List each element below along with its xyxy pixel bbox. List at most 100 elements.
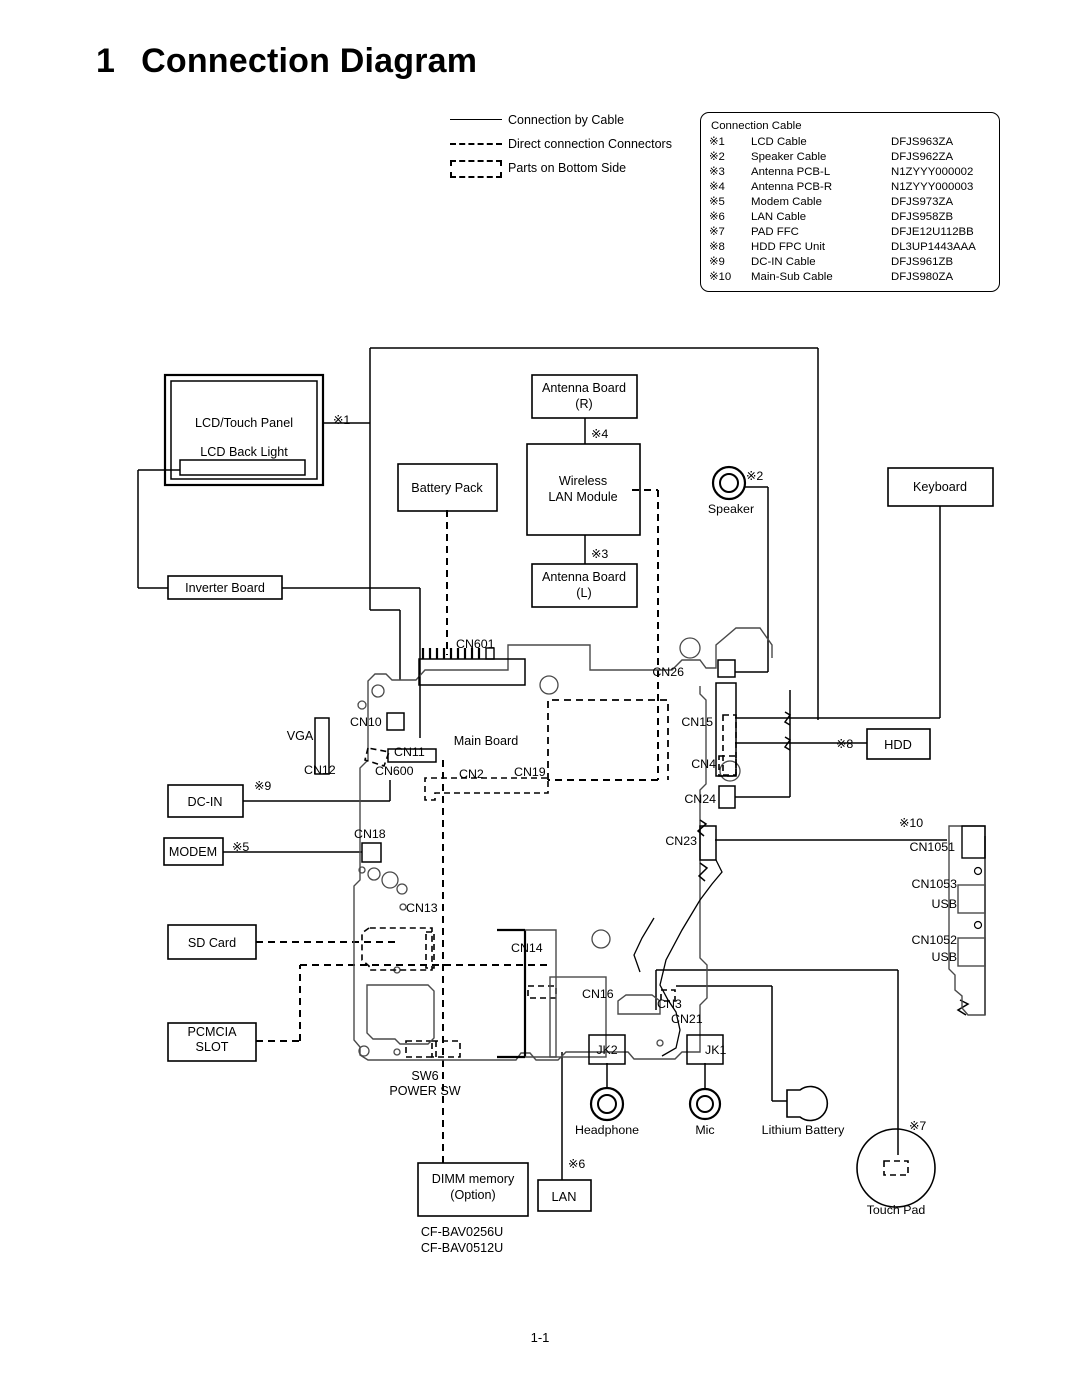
cable-name: Antenna PCB-L xyxy=(751,166,831,178)
screw-hole xyxy=(393,1048,401,1056)
antenna-board-l-box xyxy=(531,563,638,608)
legend-dashed-box-icon xyxy=(448,156,504,180)
bottom-connectors xyxy=(549,976,661,1058)
sw6-label-line2: POWER SW xyxy=(389,1084,460,1098)
cable-no: ※9 xyxy=(709,256,725,268)
bend-mark xyxy=(956,999,970,1016)
lcd-backlight-bar xyxy=(179,459,306,476)
jk2-label: JK2 xyxy=(596,1043,617,1057)
screw-hole xyxy=(381,871,399,889)
legend-label-box: Parts on Bottom Side xyxy=(508,161,627,175)
dimm-memory-label-line1: DIMM memory xyxy=(432,1172,515,1186)
screw-hole xyxy=(357,700,367,710)
cn16-part xyxy=(527,985,557,999)
wire-group-solid xyxy=(137,347,986,1180)
cable-name: PAD FFC xyxy=(751,226,799,238)
keyboard-label: Keyboard xyxy=(913,480,967,494)
cn12-label: CN12 xyxy=(304,763,336,777)
cable-name: LCD Cable xyxy=(751,136,807,148)
cable-no: ※3 xyxy=(709,166,725,178)
cable-code: N1ZYYY000003 xyxy=(891,181,974,193)
cn16-body xyxy=(549,976,607,1058)
cable-no: ※2 xyxy=(709,151,725,163)
dc-in-label: DC-IN xyxy=(188,795,223,809)
screw-hole xyxy=(396,883,408,895)
cn23-flex-cable xyxy=(659,859,723,1057)
wireless-lan-label-line2: LAN Module xyxy=(548,490,617,504)
screw-hole xyxy=(591,929,611,949)
wire-group-dashed xyxy=(256,489,659,1163)
speaker-label: Speaker xyxy=(708,502,754,516)
cn600-part xyxy=(364,747,391,767)
sw6-label-line1: SW6 xyxy=(411,1069,438,1083)
cn13-label: CN13 xyxy=(406,901,438,915)
cn14-bracket xyxy=(497,928,527,1059)
lcd-back-light-label: LCD Back Light xyxy=(200,445,288,459)
hdd-label: HDD xyxy=(884,737,912,752)
cn14-label: CN14 xyxy=(511,941,543,955)
lithium-battery-label: Lithium Battery xyxy=(762,1123,845,1137)
cn3-flex-cable xyxy=(633,917,655,973)
legend-dashed-line-icon xyxy=(448,132,504,156)
sw6-part xyxy=(405,1040,437,1058)
cable-bend-marks xyxy=(696,711,970,1016)
legend: Connection by Cable Direct connection Co… xyxy=(448,108,698,180)
mic-icon xyxy=(688,1087,722,1121)
screw-hole xyxy=(393,966,401,974)
wireless-lan-box xyxy=(526,443,641,536)
cn19-label: CN19 xyxy=(514,765,546,779)
cable-code: DFJS958ZB xyxy=(891,211,954,223)
usb-1053-label: USB xyxy=(932,897,957,911)
wireless-lan-label-line1: Wireless xyxy=(559,474,607,488)
screw-hole xyxy=(719,760,741,782)
dimm-memory-label-line2: (Option) xyxy=(450,1188,496,1202)
cn16-label: CN16 xyxy=(582,987,614,1001)
connection-cable-table-title: Connection Cable xyxy=(711,120,802,132)
screw-hole xyxy=(399,903,407,911)
headphone-label: Headphone xyxy=(575,1123,639,1137)
cn15-cn4-connector xyxy=(715,682,737,777)
pcmcia-component xyxy=(366,984,435,1045)
cn11-connector xyxy=(387,748,437,763)
usb-1052-label: USB xyxy=(932,950,957,964)
cn4-label: CN4 xyxy=(691,757,716,771)
cable-no: ※7 xyxy=(709,226,725,238)
screw-hole xyxy=(973,920,983,930)
table-row: ※3 Antenna PCB-L N1ZYYY000002 xyxy=(709,165,999,180)
cable-mark-8: ※8 xyxy=(836,737,853,751)
legend-label-solid: Connection by Cable xyxy=(508,113,625,127)
vga-label: VGA xyxy=(287,729,314,743)
table-row: ※10 Main-Sub Cable DFJS980ZA xyxy=(709,270,999,285)
cn24-connector xyxy=(718,785,736,809)
cable-no: ※6 xyxy=(709,211,725,223)
cable-code: DFJS962ZA xyxy=(891,151,954,163)
cable-code: DFJS980ZA xyxy=(891,271,954,283)
cable-code: DFJS963ZA xyxy=(891,136,954,148)
cable-no: ※1 xyxy=(709,136,725,148)
cn21-body xyxy=(617,994,661,1015)
speaker-icon xyxy=(711,465,747,501)
legend-item-box: Parts on Bottom Side xyxy=(448,156,698,180)
cn18-label: CN18 xyxy=(354,827,386,841)
cable-no: ※4 xyxy=(709,181,725,193)
main-board-outline xyxy=(353,627,773,1061)
battery-pack-box xyxy=(397,463,498,512)
cn24-label: CN24 xyxy=(684,792,716,806)
table-row: ※5 Modem Cable DFJS973ZA xyxy=(709,195,999,210)
cn1052-usb-port xyxy=(957,937,986,967)
flex-cable-curves xyxy=(633,859,723,1057)
page-footer: 1-1 xyxy=(530,1330,550,1345)
cable-name: LAN Cable xyxy=(751,211,807,223)
legend-item-solid: Connection by Cable xyxy=(448,108,698,132)
headphone-icon xyxy=(589,1086,625,1122)
cn15-label: CN15 xyxy=(681,715,713,729)
cn1052-label: CN1052 xyxy=(912,933,958,947)
cable-name: Main-Sub Cable xyxy=(751,271,833,283)
inverter-board-label: Inverter Board xyxy=(185,581,265,595)
cable-code: DL3UP1443AAA xyxy=(891,241,976,253)
sd-card-box xyxy=(167,924,257,960)
table-row: ※2 Speaker Cable DFJS962ZA xyxy=(709,150,999,165)
lcd-outer-frame xyxy=(163,373,325,487)
table-row: ※7 PAD FFC DFJE12U112BB xyxy=(709,225,999,240)
audio-jacks xyxy=(588,1034,724,1065)
